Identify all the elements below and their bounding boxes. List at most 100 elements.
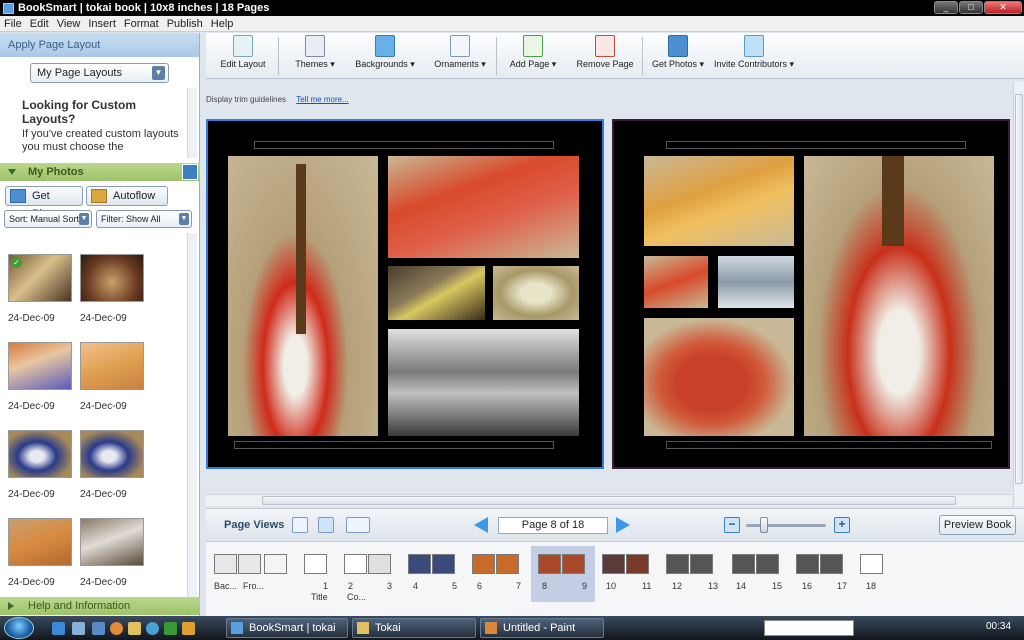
toolbar-get-photos-button[interactable]: Get Photos ▾ [650, 35, 706, 70]
menu-file[interactable]: File [0, 18, 26, 30]
show-desktop-icon[interactable] [72, 622, 85, 635]
photos-scrollbar[interactable] [187, 233, 197, 625]
sort-dropdown[interactable]: Sort: Manual Sort ▼ [4, 210, 92, 228]
photo-headstock[interactable] [388, 156, 579, 258]
menu-publish[interactable]: Publish [163, 18, 207, 30]
spread-4-5[interactable] [408, 554, 455, 574]
photo-guitar-full[interactable] [228, 156, 378, 436]
start-button[interactable] [4, 617, 34, 639]
autoflow-button[interactable]: Autoflow [86, 186, 168, 206]
themes-button[interactable]: Themes ▾ [290, 35, 340, 70]
photo-guitar-back[interactable] [644, 318, 794, 436]
layout-info-scrollbar[interactable] [187, 88, 197, 158]
photo-thumbnail[interactable] [80, 254, 144, 302]
canvas-vertical-scrollbar[interactable] [1013, 82, 1024, 506]
menu-format[interactable]: Format [120, 18, 163, 30]
preview-book-button[interactable]: Preview Book [939, 515, 1016, 535]
ie-icon[interactable] [52, 622, 65, 635]
spread-10-11[interactable] [602, 554, 649, 574]
text-frame[interactable] [666, 441, 992, 449]
spread-14-15[interactable] [732, 554, 779, 574]
photo-plate[interactable] [718, 256, 794, 308]
photo-thumbnail[interactable] [8, 342, 72, 390]
page-indicator[interactable]: Page 8 of 18 [498, 517, 608, 534]
firefox-icon[interactable] [110, 622, 123, 635]
menu-help[interactable]: Help [207, 18, 238, 30]
grid-view-icon[interactable] [346, 517, 370, 533]
remove-page-button[interactable]: Remove Page [574, 35, 636, 69]
scrollbar-thumb[interactable] [1015, 94, 1023, 484]
zoom-in-icon[interactable]: + [834, 517, 850, 533]
photo-bridge[interactable] [388, 329, 579, 436]
photo-thumbnail[interactable] [80, 342, 144, 390]
help-information-header[interactable]: Help and Information [0, 597, 200, 615]
right-page[interactable] [612, 119, 1010, 469]
zoom-out-icon[interactable]: − [724, 517, 740, 533]
invite-contributors-button[interactable]: Invite Contributors ▾ [712, 35, 796, 70]
zoom-slider-handle[interactable] [760, 517, 768, 533]
photo-thumbnail[interactable] [80, 430, 144, 478]
trim-guidelines-toggle[interactable]: Display trim guidelines [206, 95, 286, 104]
spread-title[interactable] [304, 554, 327, 574]
taskbar-search-field[interactable] [764, 620, 854, 636]
photo-thumbnail[interactable]: ✓ [8, 254, 72, 302]
photo-guitar-body[interactable] [804, 156, 994, 436]
folder-icon [357, 622, 369, 634]
window-switcher-icon[interactable] [92, 622, 105, 635]
photo-serial[interactable] [388, 266, 485, 320]
photo-jack[interactable] [644, 256, 708, 308]
folder-icon[interactable] [128, 622, 141, 635]
apply-page-layout-header[interactable]: Apply Page Layout [0, 33, 199, 57]
text-frame[interactable] [234, 441, 554, 449]
photo-tuners[interactable] [644, 156, 794, 246]
spread-front[interactable] [264, 554, 287, 574]
text-frame[interactable] [254, 141, 554, 149]
taskbar-booksmart[interactable]: BookSmart | tokai ... [226, 618, 348, 638]
page-layouts-dropdown[interactable]: My Page Layouts ▼ [30, 63, 169, 83]
spread-cover[interactable] [214, 554, 261, 574]
ornaments-button[interactable]: Ornaments ▾ [432, 35, 488, 70]
menu-insert[interactable]: Insert [84, 18, 120, 30]
app-icon[interactable] [164, 622, 177, 635]
window-title: BookSmart | tokai book | 10x8 inches | 1… [18, 2, 270, 14]
photo-thumbnail[interactable] [8, 518, 72, 566]
taskbar-paint[interactable]: Untitled - Paint [480, 618, 604, 638]
get-photos-button[interactable]: Get Photos [5, 186, 83, 220]
my-photos-header[interactable]: My Photos [0, 163, 200, 181]
minimize-button[interactable]: _ [934, 1, 958, 14]
canvas-horizontal-scrollbar[interactable] [206, 494, 1012, 506]
left-page[interactable] [206, 119, 604, 469]
menu-edit[interactable]: Edit [26, 18, 53, 30]
backgrounds-button[interactable]: Backgrounds ▾ [354, 35, 416, 70]
single-page-view-icon[interactable] [292, 517, 308, 533]
previous-page-icon[interactable] [474, 517, 488, 533]
menu-view[interactable]: View [53, 18, 85, 30]
photo-thumbnail[interactable] [80, 518, 144, 566]
photo-thumbnail[interactable] [8, 430, 72, 478]
spread-2-3[interactable] [344, 554, 391, 574]
photo-neck-plate[interactable] [493, 266, 579, 320]
maximize-button[interactable]: □ [959, 1, 983, 14]
spread-view-icon[interactable] [318, 517, 334, 533]
page-label: 13 [708, 581, 719, 591]
next-page-icon[interactable] [616, 517, 630, 533]
spread-16-17[interactable] [796, 554, 843, 574]
spread-8-9[interactable] [538, 554, 585, 574]
tell-me-more-link[interactable]: Tell me more... [296, 95, 348, 104]
scrollbar-thumb[interactable] [262, 496, 956, 505]
filter-dropdown[interactable]: Filter: Show All ▼ [96, 210, 192, 228]
browser-icon[interactable] [146, 622, 159, 635]
zoom-slider-track[interactable] [746, 524, 826, 527]
spread-18[interactable] [860, 554, 883, 574]
page-label: 7 [516, 581, 522, 591]
add-page-button[interactable]: Add Page ▾ [508, 35, 558, 70]
text-frame[interactable] [666, 141, 966, 149]
spread-6-7[interactable] [472, 554, 519, 574]
close-button[interactable]: ✕ [984, 1, 1022, 14]
book-canvas [206, 112, 1012, 492]
grid-view-icon[interactable] [182, 164, 198, 180]
taskbar-tokai-folder[interactable]: Tokai [352, 618, 476, 638]
media-icon[interactable] [182, 622, 195, 635]
edit-layout-button[interactable]: Edit Layout [218, 35, 268, 69]
spread-12-13[interactable] [666, 554, 713, 574]
